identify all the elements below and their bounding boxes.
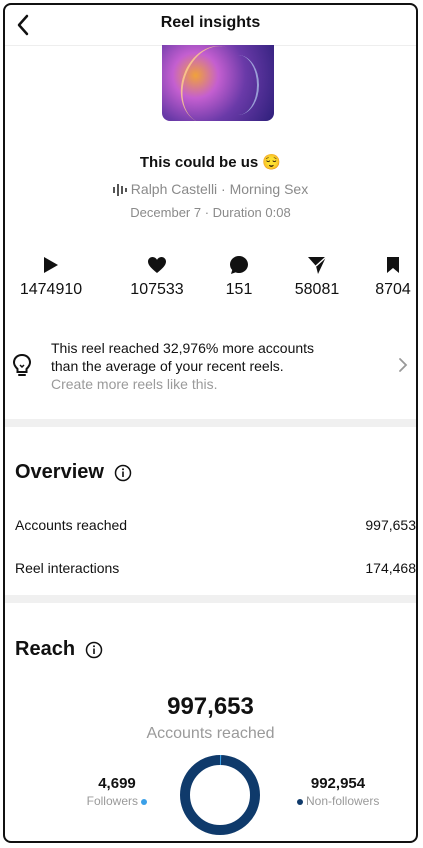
chevron-right-icon [399,358,408,372]
followers-dot [141,798,148,805]
reel-caption: This could be us 😌 [139,154,282,171]
app-frame: Reel insights This could be us 😌 Ralph C… [3,3,418,843]
row-label: Reel interactions [15,560,120,576]
page-title: Reel insights [160,14,261,31]
reach-total-label: Accounts reached [146,725,275,742]
reach-heading: Reach [15,638,103,661]
followers-stat: 4,699 Followers [77,775,157,808]
reach-title: Reach [15,638,76,660]
share-icon [308,256,327,274]
followers-label: Followers [86,794,138,808]
overview-title: Overview [15,461,104,483]
stat-value: 8704 [375,281,411,298]
section-divider [5,595,416,603]
row-value: 997,653 [365,517,416,533]
audio-label: Ralph Castelli · Morning Sex [130,181,309,197]
stat-shares: 58081 [279,253,355,299]
lightbulb-icon [12,353,32,376]
followers-count: 4,699 [98,775,136,792]
section-divider [5,419,416,427]
audio-bars-icon [112,184,127,197]
stat-value: 1474910 [19,281,83,298]
nonfollowers-label: Non-followers [305,794,380,808]
stat-likes: 107533 [117,253,197,299]
nonfollowers-count: 992,954 [310,775,366,792]
reel-thumbnail[interactable] [162,45,274,121]
banner-text: This reel reached 32,976% more accounts … [51,339,381,393]
info-icon[interactable] [114,464,132,482]
header: Reel insights [5,5,416,46]
comment-icon [230,256,248,274]
play-icon [44,257,58,273]
nonfollowers-stat: 992,954 Non-followers [283,775,393,808]
nonfollowers-dot [296,798,303,805]
bookmark-icon [387,257,399,273]
row-label: Accounts reached [15,517,128,533]
banner-line: This reel reached 32,976% more accounts [51,340,315,356]
banner-link[interactable]: Create more reels like this. [51,375,381,393]
stats-row: 1474910 107533 151 58081 8704 [11,253,416,303]
overview-heading: Overview [15,461,132,484]
audio-info[interactable]: Ralph Castelli · Morning Sex [5,181,416,197]
reach-total: 997,653 [167,693,254,720]
info-icon[interactable] [85,641,103,659]
overview-row-reel-interactions[interactable]: Reel interactions 174,468 [15,560,416,576]
thumbnail-art [217,55,259,115]
stat-plays: 1474910 [11,253,91,299]
heart-icon [148,257,166,273]
stat-value: 107533 [130,281,184,298]
stat-saves: 8704 [367,253,416,299]
donut-nonfollowers-arc [180,755,260,835]
row-value: 174,468 [365,560,416,576]
reel-meta: December 7 · Duration 0:08 [130,205,291,220]
reel-performance-banner[interactable]: This reel reached 32,976% more accounts … [5,333,416,403]
overview-row-accounts-reached[interactable]: Accounts reached 997,653 [15,517,416,533]
banner-line: than the average of your recent reels. [51,358,284,374]
stat-value: 151 [225,281,253,298]
reach-donut-chart [180,755,260,835]
stat-comments: 151 [211,253,267,299]
stat-value: 58081 [294,281,340,298]
